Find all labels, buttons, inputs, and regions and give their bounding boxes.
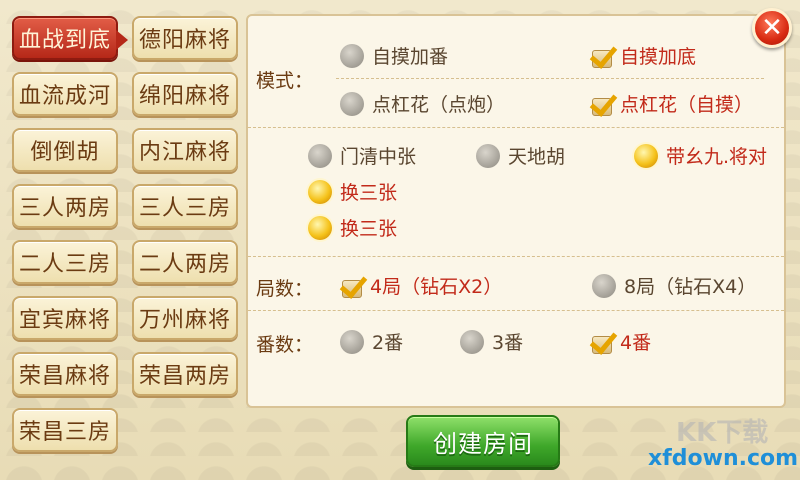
option-label: 天地胡	[508, 146, 566, 168]
mode-label: 万州麻将	[138, 308, 231, 333]
radio-icon	[476, 143, 500, 168]
option-fan-4[interactable]: 4番	[589, 325, 652, 355]
fan-section-label: 番数：	[256, 334, 314, 356]
radio-icon	[340, 329, 364, 354]
checkmark-icon	[339, 269, 368, 299]
checkmark-icon	[589, 39, 618, 69]
checkmark-icon	[589, 325, 618, 355]
mode-button-xueliuchenghe[interactable]: 血流成河	[12, 72, 118, 116]
create-room-label: 创建房间	[433, 429, 533, 458]
radio-selected-icon	[634, 143, 658, 168]
mode-button-rongchang-liangfang[interactable]: 荣昌两房	[132, 352, 238, 396]
option-huansanzhang-1[interactable]: 换三张	[308, 178, 397, 205]
radio-icon	[592, 273, 616, 298]
mode-button-neijiang[interactable]: 内江麻将	[132, 128, 238, 172]
option-fan-2[interactable]: 2番	[340, 328, 403, 355]
option-label: 自摸加番	[372, 46, 449, 68]
mode-label: 三人三房	[138, 196, 231, 221]
option-rounds-8[interactable]: 8局（钻石X4）	[592, 272, 756, 299]
mode-label: 绵阳麻将	[138, 84, 231, 109]
radio-selected-icon	[308, 215, 332, 240]
settings-panel: 模式： 自摸加番 自摸加底 点杠花（点炮） 点杠花（自摸） 门清中张 天地胡 带…	[246, 14, 786, 408]
option-tiandihu[interactable]: 天地胡	[476, 142, 565, 169]
close-button[interactable]: ✕	[752, 8, 792, 48]
mode-button-sanren-liangfang[interactable]: 三人两房	[12, 184, 118, 228]
mode-label: 三人两房	[18, 196, 111, 221]
mode-button-erren-liangfang[interactable]: 二人两房	[132, 240, 238, 284]
option-label: 8局（钻石X4）	[624, 276, 757, 298]
mode-button-wanzhou[interactable]: 万州麻将	[132, 296, 238, 340]
option-label: 3番	[492, 332, 524, 354]
radio-icon	[340, 43, 364, 68]
divider	[336, 78, 764, 79]
rounds-section-label: 局数：	[256, 278, 314, 300]
mode-label: 二人三房	[18, 252, 111, 277]
option-label: 换三张	[340, 218, 398, 240]
create-room-button[interactable]: 创建房间	[406, 415, 560, 467]
mode-button-yibin[interactable]: 宜宾麻将	[12, 296, 118, 340]
mode-label: 血战到底	[18, 28, 111, 53]
mode-button-xuezhandaodi[interactable]: 血战到底	[12, 16, 128, 60]
mode-label: 倒倒胡	[30, 140, 100, 165]
divider	[248, 310, 784, 311]
option-daiyaojiu-jiangdui[interactable]: 带幺九.将对	[634, 142, 767, 169]
mode-label: 二人两房	[138, 252, 231, 277]
option-label: 点杠花（自摸）	[620, 94, 754, 116]
mode-section-label: 模式：	[256, 70, 314, 92]
mode-button-erren-sanfang[interactable]: 二人三房	[12, 240, 118, 284]
option-zimo-jiafan[interactable]: 自摸加番	[340, 42, 448, 69]
mode-button-rongchang[interactable]: 荣昌麻将	[12, 352, 118, 396]
mode-button-mianyang[interactable]: 绵阳麻将	[132, 72, 238, 116]
option-label: 4番	[620, 332, 652, 354]
divider	[248, 127, 784, 128]
option-fan-3[interactable]: 3番	[460, 328, 523, 355]
option-menqing-zhongzhang[interactable]: 门清中张	[308, 142, 416, 169]
option-label: 2番	[372, 332, 404, 354]
option-rounds-4[interactable]: 4局（钻石X2）	[339, 269, 503, 299]
mode-button-sanren-sanfang[interactable]: 三人三房	[132, 184, 238, 228]
mode-label: 德阳麻将	[138, 28, 231, 53]
checkmark-icon	[589, 87, 618, 117]
watermark-logo: KK下载	[676, 418, 769, 448]
option-label: 点杠花（点炮）	[372, 94, 506, 116]
mode-label: 宜宾麻将	[18, 308, 111, 333]
watermark-text: xfdown.com	[648, 446, 799, 471]
mode-label: 血流成河	[18, 84, 111, 109]
option-huansanzhang-2[interactable]: 换三张	[308, 214, 397, 241]
option-label: 4局（钻石X2）	[370, 276, 503, 298]
mode-button-daodaohu[interactable]: 倒倒胡	[12, 128, 118, 172]
option-zimo-jiadi[interactable]: 自摸加底	[589, 39, 697, 69]
mode-button-deyang[interactable]: 德阳麻将	[132, 16, 238, 60]
option-label: 带幺九.将对	[666, 146, 768, 168]
radio-selected-icon	[308, 179, 332, 204]
radio-icon	[460, 329, 484, 354]
option-dianganghua-zimo[interactable]: 点杠花（自摸）	[589, 87, 754, 117]
option-dianganghua-dianpao[interactable]: 点杠花（点炮）	[340, 90, 505, 117]
option-label: 换三张	[340, 182, 398, 204]
divider	[248, 256, 784, 257]
option-label: 自摸加底	[620, 46, 697, 68]
mode-label: 荣昌麻将	[18, 364, 111, 389]
close-icon: ✕	[761, 13, 783, 43]
radio-icon	[340, 91, 364, 116]
mode-label: 荣昌三房	[18, 420, 111, 445]
radio-icon	[308, 143, 332, 168]
mode-label: 内江麻将	[138, 140, 231, 165]
mode-button-rongchang-sanfang[interactable]: 荣昌三房	[12, 408, 118, 452]
option-label: 门清中张	[340, 146, 417, 168]
mode-label: 荣昌两房	[138, 364, 231, 389]
